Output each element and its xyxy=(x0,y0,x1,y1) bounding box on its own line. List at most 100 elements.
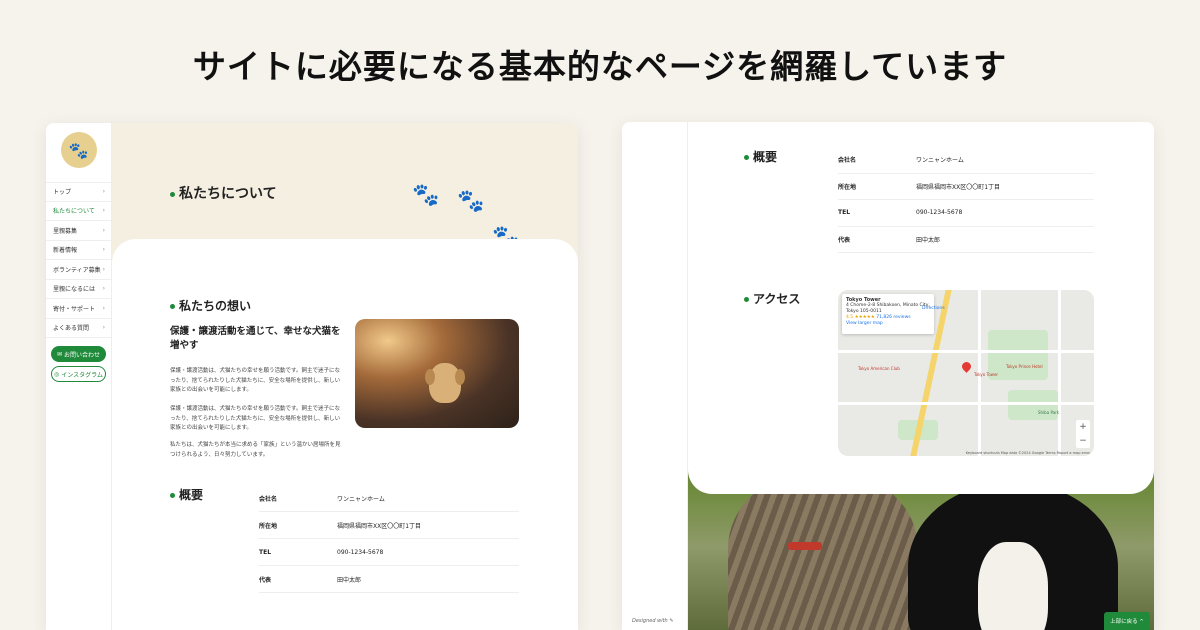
zoom-in-button[interactable]: + xyxy=(1076,420,1090,434)
paragraph: 保護・譲渡活動は、犬猫たちの幸せを願う活動です。飼主で迷子になったり、捨てられた… xyxy=(170,368,341,393)
contact-button[interactable]: ✉ お問い合わせ xyxy=(51,346,106,362)
sidebar-item[interactable]: 寄付・サポート › xyxy=(46,299,111,319)
designed-with-badge: Designed with ✎ xyxy=(632,618,674,624)
sidebar: 🐾 トップ › 私たちについて › 里親募集 › 新着情報 › ボランティア募集 › 里親になるには… xyxy=(46,123,112,630)
bullet-dot xyxy=(744,155,749,160)
sidebar-item[interactable]: 私たちについて › xyxy=(46,202,111,221)
sidebar-item-label: 里親募集 xyxy=(53,227,78,235)
chevron-right-icon: › xyxy=(102,285,105,293)
sidebar-item-label: 里親になるには xyxy=(53,286,96,294)
chevron-right-icon: › xyxy=(102,246,105,254)
cat-collar xyxy=(788,542,822,550)
overview-row: 代表 田中太郎 xyxy=(838,227,1094,253)
paragraph: 保護・譲渡活動は、犬猫たちの幸せを願う活動です。飼主で迷子になったり、捨てられた… xyxy=(170,406,341,431)
sidebar-item[interactable]: よくある質問 › xyxy=(46,319,111,338)
map-pin-icon[interactable] xyxy=(960,360,973,373)
about-page-mockup: 🐾 トップ › 私たちについて › 里親募集 › 新着情報 › ボランティア募集 › 里親になるには… xyxy=(46,123,578,630)
overview-heading: 概要 xyxy=(744,148,777,165)
overview-row: 所在地 福岡県福岡市XX区〇〇町1丁目 xyxy=(259,512,519,539)
overview-row: 会社名 ワンニャンホーム xyxy=(838,147,1094,174)
instagram-label: インスタグラム xyxy=(61,371,103,379)
sidebar-item-label: ボランティア募集 xyxy=(53,266,101,274)
bullet-dot xyxy=(170,304,175,309)
access-heading: アクセス xyxy=(744,290,800,307)
thoughts-heading-text: 私たちの想い xyxy=(179,299,252,313)
designed-with-label: Designed with xyxy=(632,618,668,624)
overview-key: 会社名 xyxy=(838,157,857,165)
chevron-right-icon: › xyxy=(102,324,105,332)
mission-subheading: 保護・譲渡活動を通じて、幸せな犬猫を増やす xyxy=(170,326,341,351)
overview-value: 福岡県福岡市XX区〇〇町1丁目 xyxy=(337,522,422,530)
overview-heading: 概要 xyxy=(170,486,203,503)
overview-row: 会社名 ワンニャンホーム xyxy=(259,485,519,512)
sidebar-item[interactable]: トップ › xyxy=(46,182,111,202)
map-footer: Keyboard shortcuts Map data ©2024 Google… xyxy=(965,451,1090,455)
page-headline: サイトに必要になる基本的なページを網羅しています xyxy=(192,47,1008,86)
paw-icon: 🐾 xyxy=(412,183,440,208)
puppy-ear xyxy=(455,369,465,385)
overview-row: TEL 090-1234-5678 xyxy=(259,539,519,566)
bullet-dot xyxy=(170,493,175,498)
sidebar-item[interactable]: 新着情報 › xyxy=(46,241,111,260)
sidebar-item-label: 寄付・サポート xyxy=(53,305,96,313)
sidebar-item-label: 新着情報 xyxy=(53,247,78,255)
back-to-top-button[interactable]: 上部に戻る ^ xyxy=(1104,612,1150,630)
overview-value: ワンニャンホーム xyxy=(916,157,964,165)
google-map[interactable]: Tokyo Tower Tokyo Prince Hotel Tokyo Ame… xyxy=(838,290,1094,456)
chevron-right-icon: › xyxy=(102,265,105,273)
chevron-right-icon: › xyxy=(102,188,105,196)
paragraph: 私たちは、犬猫たちが本当に求める「家族」という温かい居場所を見つけられるよう、日… xyxy=(170,442,341,458)
map-label: Tokyo Prince Hotel xyxy=(1006,364,1043,369)
chevron-right-icon: › xyxy=(102,226,105,234)
logo[interactable]: 🐾 xyxy=(60,132,97,168)
mail-icon: ✉ xyxy=(56,350,62,358)
overview-value: 田中太郎 xyxy=(337,576,362,584)
cat-figure xyxy=(728,472,918,630)
overview-heading-text: 概要 xyxy=(179,488,204,502)
bullet-dot xyxy=(170,191,175,197)
overview-table: 会社名 ワンニャンホーム所在地 福岡県福岡市XX区〇〇町1丁目 TEL 090-1234… xyxy=(259,485,519,593)
map-road xyxy=(838,402,1094,405)
overview-heading-text: 概要 xyxy=(753,150,778,164)
sidebar xyxy=(622,122,688,630)
map-label: Tokyo American Club xyxy=(858,366,900,371)
map-park xyxy=(1008,390,1058,420)
puppy-photo xyxy=(355,319,519,428)
chevron-right-icon: › xyxy=(102,207,105,215)
paw-icon: 🐾 xyxy=(457,189,485,214)
map-road xyxy=(838,350,1094,353)
puppy-figure xyxy=(908,482,1118,630)
sidebar-nav: トップ › 私たちについて › 里親募集 › 新着情報 › ボランティア募集 › 里親になるには › 寄… xyxy=(46,182,111,338)
access-heading-text: アクセス xyxy=(753,292,801,306)
map-rating: 4.5 ★★★★★ xyxy=(846,315,875,320)
sidebar-item[interactable]: 里親募集 › xyxy=(46,221,111,241)
overview-table: 会社名 ワンニャンホーム 所在地 福岡県福岡市XX区〇〇町1丁目 TEL 090-1234… xyxy=(838,147,1094,253)
sidebar-item-label: トップ xyxy=(53,189,72,197)
sidebar-item-label: 私たちについて xyxy=(53,208,95,216)
puppy-face xyxy=(978,542,1048,630)
map-label: Shiba Park xyxy=(1038,410,1060,415)
overview-value: 福岡県福岡市XX区〇〇町1丁目 xyxy=(916,183,1001,191)
pencil-icon: ✎ xyxy=(669,618,674,624)
map-reviews-link[interactable]: 71,826 reviews xyxy=(876,315,910,320)
overview-value: 田中太郎 xyxy=(916,236,941,244)
sidebar-item[interactable]: ボランティア募集 › xyxy=(46,260,111,280)
view-larger-map-link[interactable]: View larger map xyxy=(846,321,930,327)
zoom-out-button[interactable]: − xyxy=(1076,434,1090,448)
overview-key: 代表 xyxy=(259,576,272,584)
sidebar-item[interactable]: 里親になるには › xyxy=(46,280,111,299)
overview-value: 090-1234-5678 xyxy=(916,209,963,217)
overview-key: 所在地 xyxy=(838,183,857,191)
instagram-icon: ◎ xyxy=(54,370,60,378)
map-label: Tokyo Tower xyxy=(974,372,999,377)
map-road xyxy=(1058,290,1061,456)
map-place-card: Tokyo Tower 4 Chome-2-8 Shibakoen, Minat… xyxy=(842,294,934,334)
instagram-button[interactable]: ◎ インスタグラム xyxy=(51,366,106,382)
page-title: 私たちについて xyxy=(170,183,277,203)
contact-label: お問い合わせ xyxy=(64,351,101,359)
overview-value: ワンニャンホーム xyxy=(337,495,385,503)
directions-link[interactable]: Directions xyxy=(922,306,945,311)
overview-key: 会社名 xyxy=(259,495,278,503)
sidebar-item-label: よくある質問 xyxy=(53,325,90,333)
thoughts-heading: 私たちの想い xyxy=(170,297,251,314)
